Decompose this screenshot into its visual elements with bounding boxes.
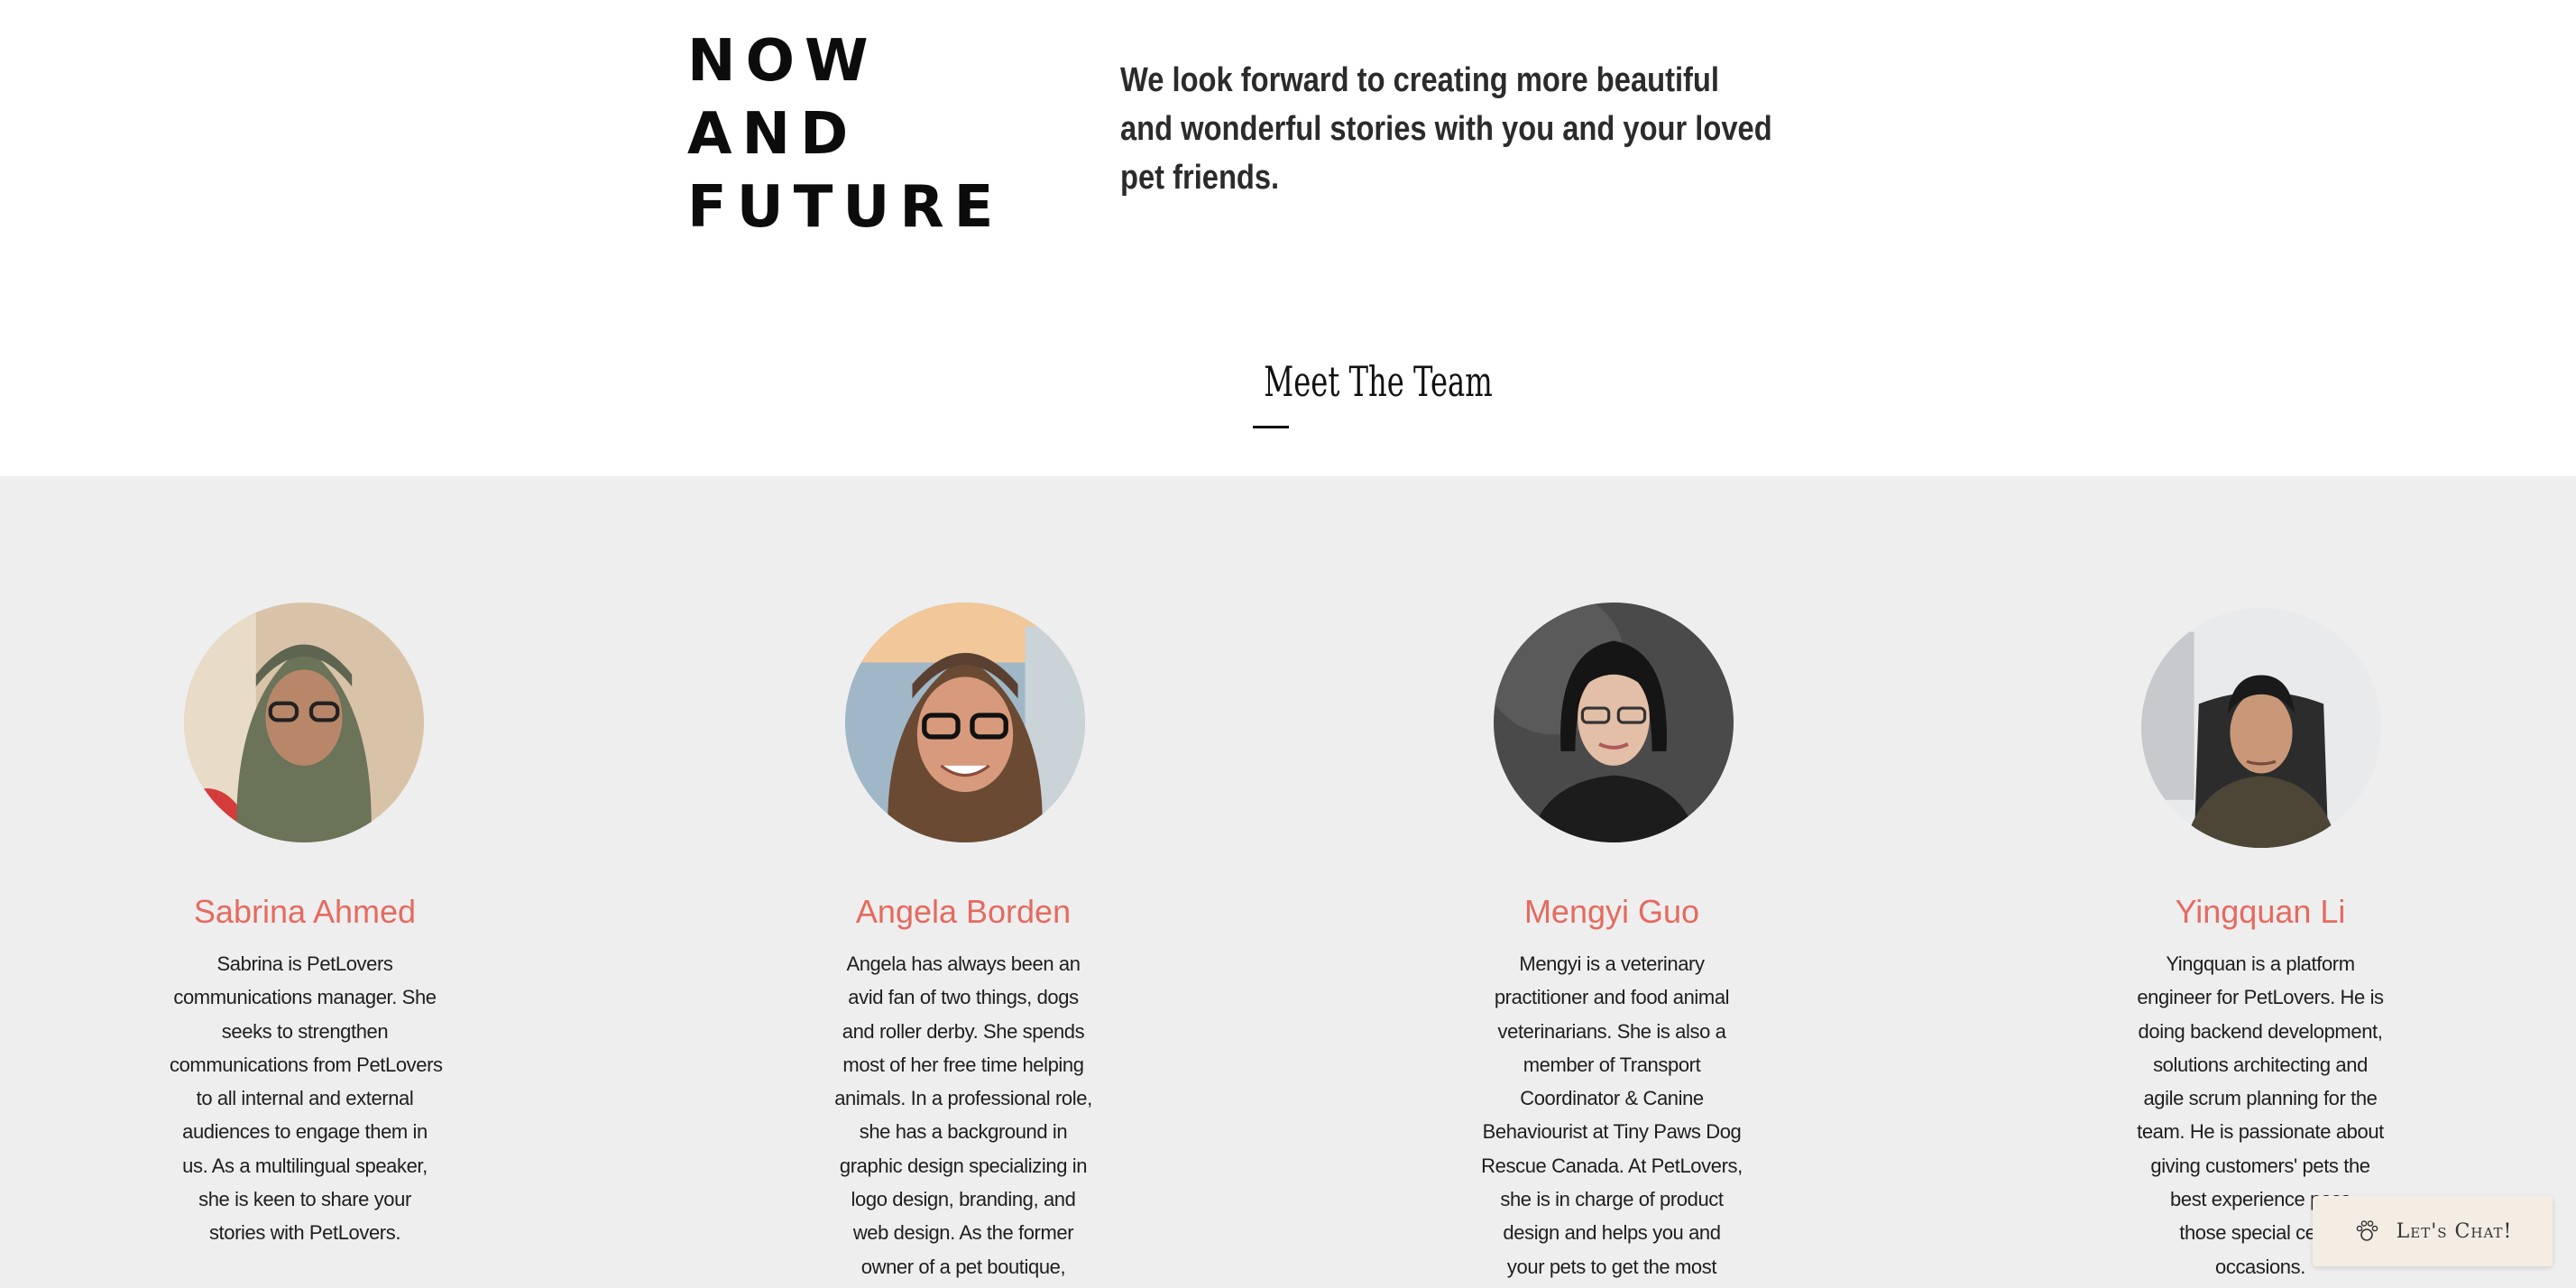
member-bio-line: and roller derby. She spends	[842, 1019, 1085, 1043]
hero-heading-line: FUTURE	[687, 174, 1004, 241]
member-bio-line: to all internal and external	[196, 1087, 414, 1110]
member-bio: Angela has always been an avid fan of tw…	[828, 947, 1099, 1283]
member-bio-line: doing backend development,	[2138, 1019, 2383, 1043]
paw-chat-icon	[2353, 1218, 2380, 1245]
member-bio-line: Sabrina is PetLovers	[216, 952, 393, 975]
member-photo-angela	[845, 603, 1085, 842]
title-underline	[1253, 426, 1289, 428]
member-bio-line: Rescue Canada. At PetLovers,	[1481, 1154, 1743, 1177]
team-section-title: Meet The Team	[1264, 357, 1493, 406]
member-bio: Mengyi is a veterinary practitioner and …	[1477, 947, 1747, 1283]
member-bio-line: your pets to get the most	[1506, 1255, 1717, 1278]
member-bio-line: design and helps you and	[1503, 1221, 1721, 1245]
member-bio-line: giving customers' pets the	[2150, 1154, 2370, 1177]
member-bio-line: solutions architecting and	[2153, 1053, 2368, 1076]
member-bio-line: Yingquan is a platform	[2166, 952, 2355, 975]
member-bio-line: Coordinator & Canine	[1520, 1087, 1704, 1110]
member-bio-line: communications from PetLovers	[170, 1053, 443, 1076]
member-bio-line: she is in charge of product	[1500, 1188, 1724, 1211]
member-photo-mengyi	[1494, 603, 1734, 842]
hero-intro-line: We look forward to creating more beautif…	[1120, 61, 1719, 99]
member-bio-line: logo design, branding, and	[851, 1188, 1076, 1211]
member-bio-line: Mengyi is a veterinary	[1519, 952, 1705, 975]
member-bio-line: practitioner and food animal	[1494, 986, 1730, 1009]
member-bio-line: animals. In a professional role,	[834, 1087, 1092, 1110]
member-bio-line: most of her free time helping	[842, 1053, 1084, 1076]
member-bio-line: member of Transport	[1523, 1053, 1701, 1076]
member-photo-yingquan	[2141, 608, 2381, 848]
member-bio-line: avid fan of two things, dogs	[848, 986, 1079, 1009]
team-section: Sabrina Ahmed Sabrina is PetLovers commu…	[0, 476, 2576, 1288]
member-bio-line: owner of a pet boutique,	[860, 1255, 1066, 1278]
member-name: Mengyi Guo	[1523, 893, 1700, 930]
member-bio-line: she has a background in	[859, 1120, 1068, 1144]
hero-intro-line: and wonderful stories with you and your …	[1120, 110, 1772, 148]
member-bio-line: stories with PetLovers.	[208, 1221, 401, 1245]
member-name: Yingquan Li	[2175, 893, 2346, 930]
hero-heading: NOW AND FUTURE	[687, 25, 1003, 244]
chat-label: Let's Chat!	[2396, 1219, 2513, 1243]
member-bio-line: veterinarians. She is also a	[1497, 1019, 1726, 1043]
member-name: Sabrina Ahmed	[193, 893, 417, 930]
member-bio-line: she is keen to share your	[198, 1188, 411, 1211]
member-bio-line: Angela has always been an	[846, 952, 1081, 975]
member-bio-line: team. He is passionate about	[2137, 1120, 2384, 1144]
member-bio-line: Behaviourist at Tiny Paws Dog	[1482, 1120, 1742, 1144]
member-name: Angela Borden	[855, 893, 1072, 930]
chat-widget-button[interactable]: Let's Chat!	[2313, 1196, 2553, 1266]
hero-intro-text: We look forward to creating more beautif…	[1120, 56, 1772, 202]
member-photo-sabrina	[184, 603, 424, 842]
hero-intro-line: pet friends.	[1120, 159, 1280, 197]
member-bio-line: engineer for PetLovers. He is	[2137, 986, 2384, 1009]
member-bio-line: web design. As the former	[852, 1221, 1074, 1245]
member-bio-line: graphic design specializing in	[839, 1154, 1088, 1177]
member-bio: Sabrina is PetLovers communications mana…	[170, 947, 443, 1250]
hero-heading-line: NOW	[687, 28, 879, 95]
member-bio-line: communications manager. She	[173, 986, 437, 1009]
member-bio-line: audiences to engage them in	[182, 1120, 428, 1144]
member-bio-line: seeks to strengthen	[221, 1019, 389, 1043]
member-bio-line: us. As a multilingual speaker,	[182, 1154, 428, 1177]
member-bio-line: agile scrum planning for the	[2143, 1087, 2378, 1110]
hero-heading-line: AND	[687, 101, 859, 168]
